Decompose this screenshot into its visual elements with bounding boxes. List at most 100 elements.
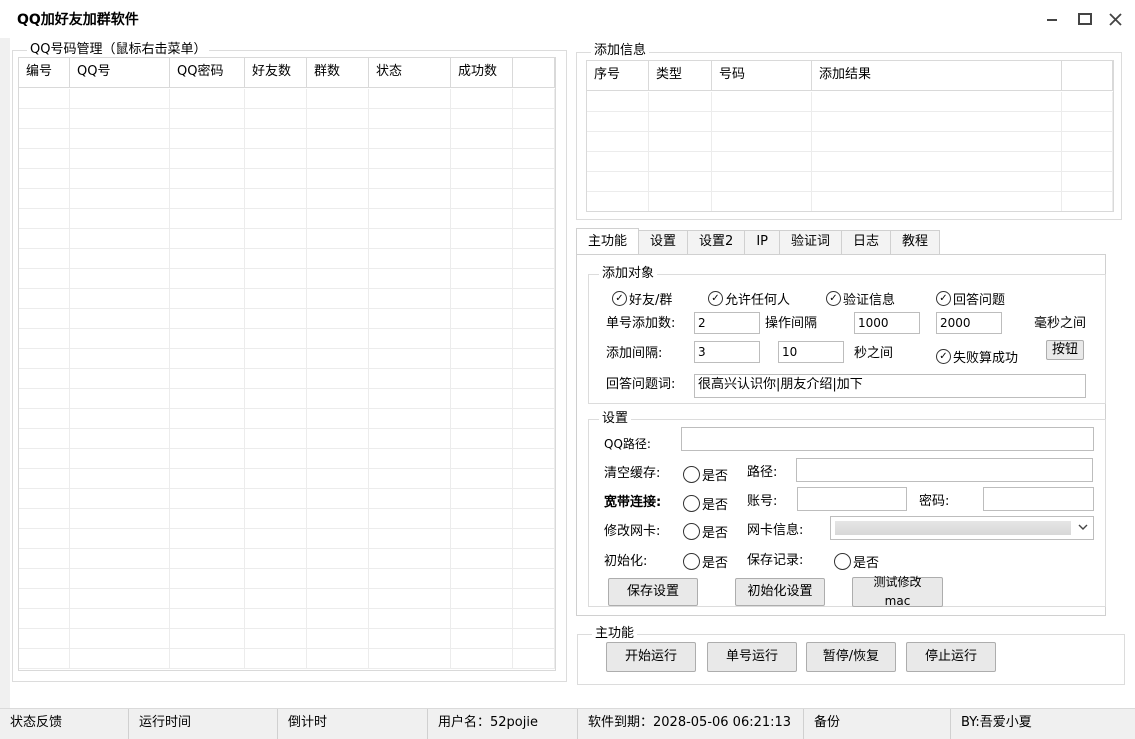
table-cell[interactable]	[513, 509, 555, 529]
table-row[interactable]	[587, 112, 1113, 132]
column-header[interactable]: 序号	[587, 61, 649, 91]
table-cell[interactable]	[19, 309, 70, 329]
table-cell[interactable]	[19, 129, 70, 149]
table-cell[interactable]	[369, 109, 451, 129]
table-cell[interactable]	[19, 509, 70, 529]
table-cell[interactable]	[712, 172, 812, 192]
table-row[interactable]	[587, 152, 1113, 172]
op-interval-max-input[interactable]: 2000	[936, 312, 1002, 334]
table-cell[interactable]	[812, 132, 1062, 152]
table-cell[interactable]	[513, 129, 555, 149]
table-cell[interactable]	[19, 249, 70, 269]
table-cell[interactable]	[712, 192, 812, 211]
table-cell[interactable]	[245, 549, 307, 569]
table-cell[interactable]	[513, 529, 555, 549]
table-cell[interactable]	[70, 289, 170, 309]
table-cell[interactable]	[451, 149, 513, 169]
table-cell[interactable]	[307, 309, 369, 329]
table-row[interactable]	[19, 409, 555, 429]
table-cell[interactable]	[307, 249, 369, 269]
table-cell[interactable]	[170, 469, 245, 489]
column-header[interactable]: 添加结果	[812, 61, 1062, 91]
table-cell[interactable]	[170, 349, 245, 369]
table-row[interactable]	[19, 189, 555, 209]
fail-as-success-checkbox[interactable]: ✓ 失败算成功	[936, 347, 1018, 366]
table-cell[interactable]	[369, 609, 451, 629]
table-row[interactable]	[19, 469, 555, 489]
table-cell[interactable]	[451, 609, 513, 629]
table-cell[interactable]	[19, 389, 70, 409]
table-cell[interactable]	[307, 149, 369, 169]
table-cell[interactable]	[170, 629, 245, 649]
table-row[interactable]	[19, 149, 555, 169]
table-cell[interactable]	[369, 569, 451, 589]
table-cell[interactable]	[70, 629, 170, 649]
table-cell[interactable]	[369, 189, 451, 209]
table-row[interactable]	[19, 529, 555, 549]
table-cell[interactable]	[19, 289, 70, 309]
table-cell[interactable]	[513, 369, 555, 389]
table-cell[interactable]	[513, 429, 555, 449]
table-cell[interactable]	[1062, 92, 1113, 112]
table-cell[interactable]	[307, 529, 369, 549]
table-cell[interactable]	[245, 269, 307, 289]
table-cell[interactable]	[170, 449, 245, 469]
table-cell[interactable]	[19, 649, 70, 669]
table-cell[interactable]	[451, 129, 513, 149]
table-cell[interactable]	[451, 629, 513, 649]
table-cell[interactable]	[307, 229, 369, 249]
table-cell[interactable]	[307, 209, 369, 229]
test-modify-mac-button[interactable]: 测试修改 mac	[852, 576, 943, 608]
column-header[interactable]: 号码	[712, 61, 812, 91]
answer-words-input[interactable]: 很高兴认识你|朋友介绍|加下	[694, 374, 1086, 398]
tab-6[interactable]: 教程	[890, 230, 941, 254]
tab-5[interactable]: 日志	[841, 230, 892, 254]
table-cell[interactable]	[245, 169, 307, 189]
table-cell[interactable]	[70, 129, 170, 149]
table-cell[interactable]	[245, 509, 307, 529]
table-cell[interactable]	[245, 369, 307, 389]
table-cell[interactable]	[19, 429, 70, 449]
op-interval-min-input[interactable]: 1000	[854, 312, 920, 334]
broadband-radio[interactable]: 是否	[683, 494, 728, 513]
table-cell[interactable]	[451, 289, 513, 309]
table-cell[interactable]	[245, 249, 307, 269]
table-cell[interactable]	[513, 329, 555, 349]
qq-table-body[interactable]	[19, 89, 555, 670]
table-cell[interactable]	[70, 269, 170, 289]
allow-anyone-checkbox[interactable]: ✓ 允许任何人	[708, 289, 790, 308]
table-row[interactable]	[19, 309, 555, 329]
table-cell[interactable]	[451, 169, 513, 189]
table-cell[interactable]	[513, 549, 555, 569]
table-cell[interactable]	[245, 469, 307, 489]
table-cell[interactable]	[513, 449, 555, 469]
table-cell[interactable]	[70, 609, 170, 629]
table-cell[interactable]	[451, 569, 513, 589]
table-cell[interactable]	[19, 209, 70, 229]
table-cell[interactable]	[70, 109, 170, 129]
table-cell[interactable]	[19, 529, 70, 549]
account-input[interactable]	[797, 487, 907, 511]
table-cell[interactable]	[70, 149, 170, 169]
table-cell[interactable]	[451, 249, 513, 269]
table-cell[interactable]	[70, 349, 170, 369]
table-cell[interactable]	[513, 289, 555, 309]
column-header[interactable]: 成功数	[451, 58, 513, 88]
table-cell[interactable]	[245, 209, 307, 229]
table-cell[interactable]	[170, 569, 245, 589]
table-cell[interactable]	[513, 489, 555, 509]
table-cell[interactable]	[451, 329, 513, 349]
table-cell[interactable]	[170, 529, 245, 549]
save-record-radio[interactable]: 是否	[834, 552, 879, 571]
table-cell[interactable]	[70, 169, 170, 189]
init-radio[interactable]: 是否	[683, 552, 728, 571]
table-cell[interactable]	[70, 389, 170, 409]
table-cell[interactable]	[513, 249, 555, 269]
table-cell[interactable]	[245, 229, 307, 249]
table-cell[interactable]	[513, 269, 555, 289]
table-cell[interactable]	[369, 369, 451, 389]
table-cell[interactable]	[70, 209, 170, 229]
table-cell[interactable]	[451, 369, 513, 389]
table-cell[interactable]	[70, 249, 170, 269]
clear-cache-radio[interactable]: 是否	[683, 465, 728, 484]
